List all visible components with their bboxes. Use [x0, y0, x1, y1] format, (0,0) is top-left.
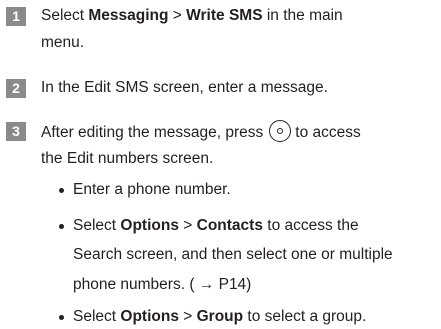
- menu-item-contacts: Contacts: [196, 217, 263, 234]
- menu-item-messaging: Messaging: [88, 7, 169, 24]
- step-1-line-2: menu.: [41, 34, 85, 51]
- bullet-group-line-1: Select Options > Group to select a group…: [73, 308, 367, 325]
- bullet-contacts-line-3: phone numbers. ( → P14): [73, 276, 252, 293]
- step-number-badge: 3: [6, 122, 26, 141]
- bullet-contacts-line-2: Search screen, and then select one or mu…: [73, 246, 393, 263]
- bullet-dot: [59, 315, 64, 320]
- bullet-contacts-line-1: Select Options > Contacts to access the: [73, 217, 359, 234]
- menu-item-options: Options: [120, 217, 179, 234]
- step-number-badge: 2: [6, 79, 26, 98]
- bullet-dot: [59, 224, 64, 229]
- step-3-line-2: the Edit numbers screen.: [41, 150, 214, 167]
- bullet-dot: [59, 188, 64, 193]
- menu-item-options: Options: [120, 308, 179, 325]
- step-number-badge: 1: [6, 7, 26, 26]
- menu-item-group: Group: [196, 308, 244, 325]
- bullet-enter-number: Enter a phone number.: [73, 181, 231, 198]
- menu-item-write-sms: Write SMS: [186, 7, 263, 24]
- step-2-line-1: In the Edit SMS screen, enter a message.: [41, 79, 328, 96]
- step-1-line-1: Select Messaging > Write SMS in the main: [41, 7, 343, 24]
- center-key-icon: [269, 120, 292, 142]
- step-3-line-1: After editing the message, press to acces…: [41, 120, 361, 144]
